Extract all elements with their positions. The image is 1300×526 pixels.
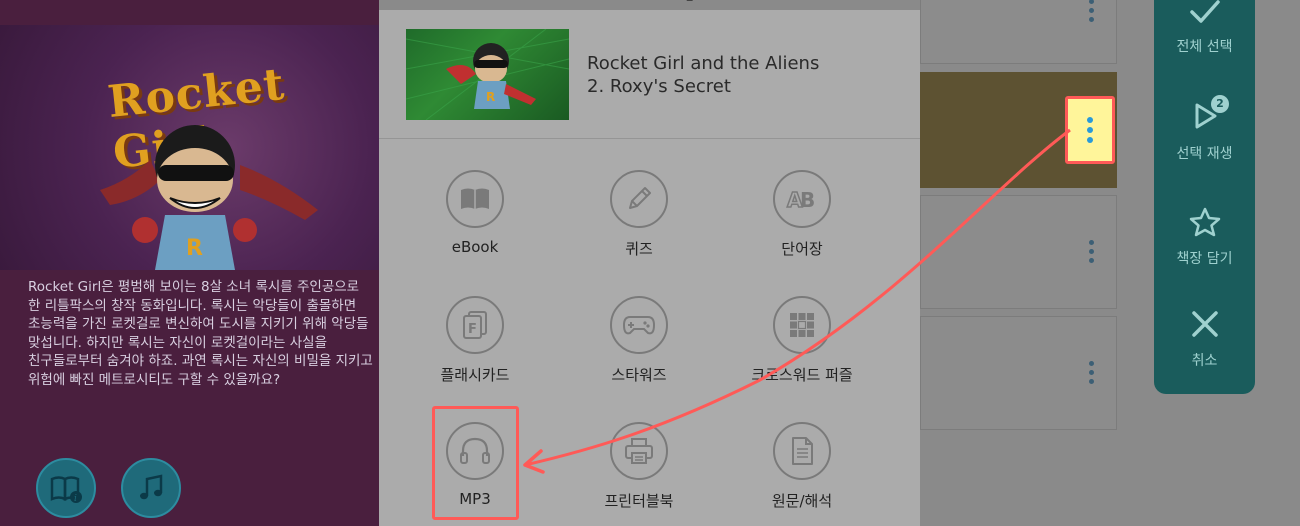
- svg-text:R: R: [186, 236, 203, 261]
- transcript-button[interactable]: 원문/해석: [737, 422, 867, 511]
- highlighted-more-options-button[interactable]: [1065, 96, 1115, 164]
- vocabulary-label: 단어장: [781, 240, 823, 258]
- quiz-label: 퀴즈: [625, 240, 653, 258]
- episode-list-background: 1: [685, 0, 1117, 526]
- pencil-icon: [629, 187, 651, 209]
- svg-text:R: R: [486, 90, 495, 104]
- transcript-label: 원문/해석: [771, 492, 833, 510]
- document-icon: [792, 437, 813, 465]
- quiz-button[interactable]: 퀴즈: [574, 170, 704, 259]
- crossword-label: 크로스워드 퍼즐: [751, 366, 853, 384]
- rocket-girl-illustration: R: [100, 125, 318, 270]
- starwords-circle: [610, 296, 668, 354]
- list-item[interactable]: 1: [685, 0, 1117, 64]
- more-options-icon: [1087, 117, 1093, 143]
- add-to-shelf-label: 책장 담기: [1176, 251, 1233, 267]
- vocabulary-circle: A B: [773, 170, 831, 228]
- episode-title-block: Rocket Girl and the Aliens 2. Roxy's Sec…: [587, 52, 819, 98]
- episode-thumbnail: R: [406, 29, 569, 120]
- more-options-icon[interactable]: [1089, 240, 1095, 263]
- book-cover: Rocket Girl R: [0, 25, 379, 270]
- printer-icon: [625, 438, 653, 464]
- flashcard-icon: F: [463, 311, 487, 339]
- select-all-button[interactable]: 전체 선택: [1154, 0, 1255, 56]
- quiz-circle: [610, 170, 668, 228]
- play-selected-button[interactable]: 2 선택 재생: [1154, 95, 1255, 163]
- episode-title: 2. Roxy's Secret: [587, 76, 731, 97]
- play-count-badge: 2: [1211, 95, 1229, 113]
- ab-icon: A B: [786, 187, 815, 212]
- svg-text:i: i: [74, 494, 77, 503]
- flashcard-circle: F: [446, 296, 504, 354]
- modal-header: R Rocket Girl and the Aliens 2. Roxy's S…: [379, 10, 920, 139]
- add-to-shelf-button[interactable]: 책장 담기: [1154, 206, 1255, 268]
- play-selected-label: 선택 재생: [1176, 146, 1233, 162]
- crossword-button[interactable]: 크로스워드 퍼즐: [737, 296, 867, 385]
- book-description: Rocket Girl은 평범해 보이는 8살 소녀 록시를 주인공으로 한 리…: [28, 279, 373, 388]
- crossword-circle: [773, 296, 831, 354]
- transcript-circle: [773, 422, 831, 480]
- book-info-icon: i: [50, 476, 82, 503]
- vocabulary-button[interactable]: A B 단어장: [737, 170, 867, 259]
- close-icon: [1191, 311, 1218, 337]
- selection-toolbar: 전체 선택 2 선택 재생 책장 담기 취소: [1154, 0, 1255, 394]
- flashcard-button[interactable]: F 플래시카드: [410, 296, 540, 385]
- select-all-label: 전체 선택: [1176, 39, 1233, 55]
- episode-thumbnail-art: R: [406, 29, 569, 120]
- music-button[interactable]: [121, 458, 181, 518]
- series-title: Rocket Girl and the Aliens: [587, 53, 820, 74]
- crossword-icon: [790, 313, 814, 337]
- more-options-icon[interactable]: [1089, 361, 1095, 384]
- starwords-label: 스타워즈: [611, 366, 667, 384]
- starwords-button[interactable]: 스타워즈: [574, 296, 704, 385]
- ebook-label: eBook: [451, 238, 499, 256]
- ebook-circle: [446, 170, 504, 228]
- printable-book-circle: [610, 422, 668, 480]
- ebook-button[interactable]: eBook: [410, 170, 540, 256]
- svg-text:F: F: [468, 322, 477, 337]
- book-info-panel: Rocket Girl R Rocket Girl은 평범해 보이는 8살 소녀…: [0, 0, 379, 526]
- flashcard-label: 플래시카드: [440, 366, 510, 384]
- more-options-icon[interactable]: [1089, 0, 1095, 22]
- printable-book-label: 프린터블북: [604, 492, 674, 510]
- mp3-highlight-box: [432, 406, 519, 520]
- list-item-number: 1: [685, 0, 694, 5]
- printable-book-button[interactable]: 프린터블북: [574, 422, 704, 511]
- cancel-button[interactable]: 취소: [1154, 308, 1255, 370]
- list-item[interactable]: [920, 316, 1117, 430]
- book-info-button[interactable]: i: [36, 458, 96, 518]
- gamepad-icon: [622, 316, 656, 335]
- cancel-label: 취소: [1191, 353, 1218, 369]
- book-icon: [461, 188, 489, 209]
- list-item[interactable]: [920, 195, 1117, 309]
- svg-text:B: B: [800, 188, 815, 212]
- music-note-icon: [140, 474, 163, 500]
- star-icon: [1189, 207, 1220, 237]
- checkmark-icon: [1189, 0, 1220, 23]
